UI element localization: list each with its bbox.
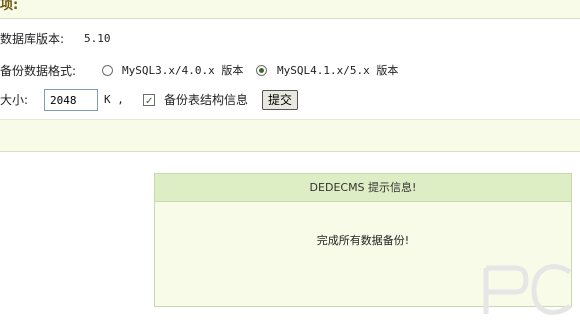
checkmark-icon: ✓: [145, 96, 154, 107]
backup-structure-checkbox[interactable]: ✓: [143, 94, 155, 107]
db-version-label: 数据库版本:: [0, 32, 65, 46]
radio-mysql41-label[interactable]: MySQL4.1.x/5.x 版本: [277, 60, 398, 82]
backup-format-label: 备份数据格式:: [0, 64, 77, 78]
form-footer-band: [0, 119, 580, 152]
size-label: 大小:: [0, 93, 29, 107]
top-bar: 项:: [0, 0, 580, 19]
backup-structure-label[interactable]: 备份表结构信息: [164, 89, 248, 111]
section-title-fragment: 项:: [0, 0, 19, 13]
size-unit: K ,: [104, 93, 124, 106]
db-version-value: 5.10: [84, 32, 111, 45]
radio-mysql3-label[interactable]: MySQL3.x/4.0.x 版本: [122, 60, 243, 82]
radio-mysql3[interactable]: [102, 65, 113, 76]
submit-button[interactable]: 提交: [262, 90, 299, 110]
notice-message: 完成所有数据备份!: [316, 234, 410, 247]
radio-mysql41[interactable]: [256, 65, 267, 76]
notice-title: DEDECMS 提示信息!: [155, 174, 571, 202]
size-input[interactable]: [44, 89, 98, 111]
watermark-logo: [483, 264, 572, 315]
